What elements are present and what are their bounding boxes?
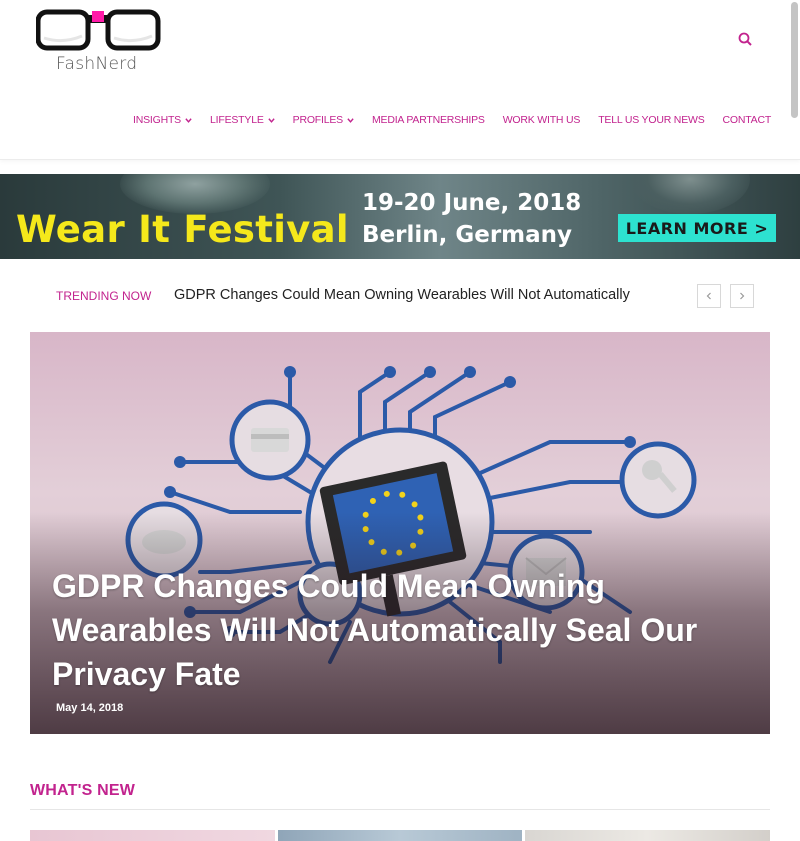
site-header: FashNerd INSIGHTS LIFESTYLE PROFILES MED…	[0, 0, 800, 160]
banner-place: Berlin, Germany	[362, 222, 573, 248]
hero-date: May 14, 2018	[56, 702, 124, 714]
trending-bar: TRENDING NOW GDPR Changes Could Mean Own…	[0, 278, 800, 314]
learn-more-button[interactable]: LEARN MORE >	[618, 214, 776, 242]
article-thumbnail[interactable]	[525, 830, 770, 841]
hero-title[interactable]: GDPR Changes Could Mean Owning Wearables…	[52, 564, 752, 696]
chevron-left-icon	[706, 292, 711, 300]
scrollbar-thumb[interactable]	[791, 2, 798, 118]
trending-next-button[interactable]	[730, 284, 754, 308]
glasses-logo-icon	[35, 9, 161, 51]
search-button[interactable]	[736, 30, 756, 50]
chevron-down-icon	[267, 117, 275, 123]
banner-title: Wear It Festival	[16, 208, 349, 251]
nav-item-profiles[interactable]: PROFILES	[293, 114, 354, 126]
nav-item-label: LIFESTYLE	[210, 114, 264, 126]
article-thumbnail[interactable]	[30, 830, 275, 841]
nav-item-label: MEDIA PARTNERSHIPS	[371, 114, 485, 126]
site-logo[interactable]: FashNerd	[35, 8, 162, 74]
banner-figure-right	[630, 174, 750, 214]
chevron-down-icon	[347, 117, 354, 123]
trending-headline-link[interactable]: GDPR Changes Could Mean Owning Wearables…	[174, 287, 630, 303]
nav-item-tell-us-your-news[interactable]: TELL US YOUR NEWS	[598, 114, 704, 126]
trending-label: TRENDING NOW	[56, 289, 152, 303]
nav-item-label: CONTACT	[722, 114, 772, 126]
main-nav: INSIGHTS LIFESTYLE PROFILES MEDIA PARTNE…	[124, 110, 780, 130]
nav-item-label: TELL US YOUR NEWS	[598, 114, 705, 126]
search-icon	[738, 32, 752, 46]
nav-item-insights[interactable]: INSIGHTS	[133, 114, 192, 126]
article-thumbnail[interactable]	[278, 830, 522, 841]
trending-prev-button[interactable]	[697, 284, 721, 308]
chevron-down-icon	[185, 117, 192, 123]
chevron-right-icon	[740, 292, 745, 300]
festival-banner[interactable]: Wear It Festival 19-20 June, 2018 Berlin…	[0, 174, 800, 259]
whats-new-heading: WHAT'S NEW	[30, 782, 136, 799]
nav-item-label: INSIGHTS	[133, 114, 181, 126]
nav-item-media-partnerships[interactable]: MEDIA PARTNERSHIPS	[372, 114, 485, 126]
nav-item-label: PROFILES	[292, 114, 344, 126]
nav-item-lifestyle[interactable]: LIFESTYLE	[210, 114, 275, 126]
nav-item-work-with-us[interactable]: WORK WITH US	[503, 114, 581, 126]
logo-text: FashNerd	[56, 54, 138, 74]
hero-article[interactable]: GDPR Changes Could Mean Owning Wearables…	[30, 332, 770, 734]
section-divider	[30, 809, 770, 810]
nav-item-label: WORK WITH US	[502, 114, 581, 126]
nav-item-contact[interactable]: CONTACT	[723, 114, 772, 126]
banner-date: 19-20 June, 2018	[362, 190, 582, 216]
